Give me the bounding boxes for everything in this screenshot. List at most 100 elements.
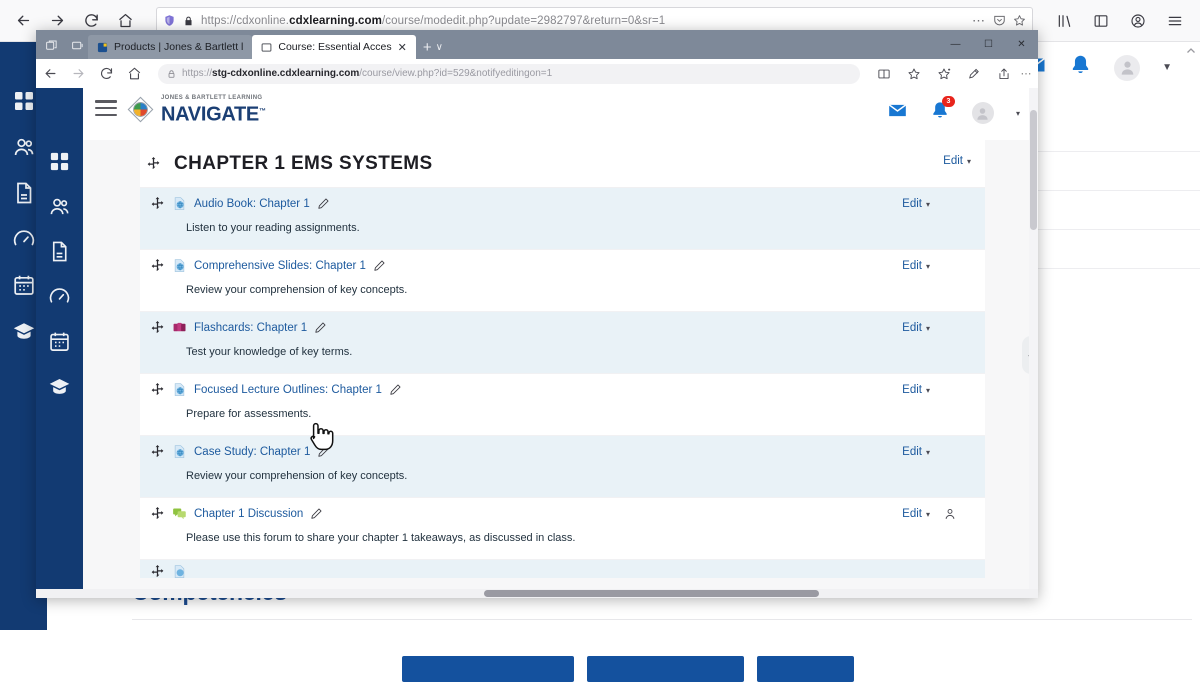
chevron-down-icon: ▾ (925, 447, 930, 457)
star-icon[interactable] (1013, 14, 1026, 27)
chevron-down-icon[interactable]: ▾ (1016, 109, 1020, 118)
chevron-down-icon[interactable]: ▼ (1162, 62, 1172, 73)
reload-button[interactable] (92, 62, 120, 86)
bell-icon[interactable] (1069, 53, 1092, 82)
menu-icon[interactable] (1160, 6, 1190, 36)
activity-edit-dropdown[interactable]: Edit ▾ (902, 260, 930, 272)
activity-edit-dropdown[interactable]: Edit ▾ (902, 508, 930, 520)
tab-collections-icon[interactable] (66, 34, 88, 56)
tab-list-chevron-down-icon[interactable]: ∨ (436, 42, 443, 53)
move-handle-icon[interactable] (150, 506, 165, 521)
browser-tab-1[interactable]: Products | Jones & Bartlett l (88, 35, 253, 59)
gauge-icon[interactable] (12, 227, 36, 251)
forward-button[interactable] (64, 62, 92, 86)
activity-edit-dropdown[interactable]: Edit ▾ (902, 384, 930, 396)
graduation-cap-icon[interactable] (48, 375, 71, 398)
ellipsis-icon[interactable]: ⋯ (972, 13, 986, 29)
avatar-icon[interactable] (971, 102, 994, 124)
library-icon[interactable] (1049, 6, 1079, 36)
bell-icon[interactable]: 3 (930, 96, 955, 126)
share-icon[interactable] (990, 62, 1018, 86)
pocket-icon[interactable] (993, 14, 1006, 27)
activity-item[interactable]: Case Study: Chapter 1 Review your compre… (140, 436, 985, 498)
favorites-icon[interactable] (930, 62, 958, 86)
move-handle-icon[interactable] (146, 156, 161, 171)
activity-item[interactable]: Chapter 1 Discussion Please use this for… (140, 498, 985, 560)
back-button[interactable] (36, 62, 64, 86)
edit-pencil-icon[interactable] (317, 445, 330, 458)
close-icon[interactable]: ✕ (398, 41, 407, 54)
activity-name[interactable]: Chapter 1 Discussion (194, 508, 303, 520)
activity-item[interactable]: Audio Book: Chapter 1 Listen to your rea… (140, 188, 985, 250)
chevron-down-icon: ▾ (925, 509, 930, 519)
collections-icon[interactable] (960, 62, 988, 86)
document-icon[interactable] (48, 240, 71, 263)
move-handle-icon[interactable] (150, 564, 165, 578)
inner-url-bar[interactable]: https://stg-cdxonline.cdxlearning.com/co… (158, 63, 860, 84)
activity-edit-dropdown[interactable]: Edit ▾ (902, 198, 930, 210)
inner-horizontal-scrollbar[interactable] (36, 589, 1038, 598)
move-handle-icon[interactable] (150, 196, 165, 211)
scroll-up-arrow[interactable] (1185, 44, 1197, 56)
minimize-button[interactable]: — (939, 34, 972, 55)
activity-item-partial[interactable] (140, 560, 985, 578)
dashboard-grid-icon[interactable] (48, 150, 71, 173)
hamburger-icon[interactable] (95, 100, 117, 116)
back-button[interactable] (8, 6, 38, 36)
more-icon[interactable]: ⋯ (1020, 62, 1032, 86)
lock-icon[interactable] (183, 15, 194, 27)
activity-description: Prepare for assessments. (186, 408, 312, 420)
activity-name[interactable]: Comprehensive Slides: Chapter 1 (194, 260, 366, 272)
shield-icon[interactable] (163, 14, 176, 27)
activity-edit-dropdown[interactable]: Edit ▾ (902, 322, 930, 334)
people-icon[interactable] (12, 135, 36, 159)
graduation-cap-icon[interactable] (12, 319, 36, 343)
edit-pencil-icon[interactable] (373, 259, 386, 272)
lms-vertical-scrollbar[interactable] (1029, 88, 1038, 598)
tab-preview-icon[interactable] (40, 34, 62, 56)
maximize-button[interactable]: ☐ (972, 34, 1005, 55)
groups-icon[interactable] (943, 507, 957, 521)
activity-name[interactable]: Audio Book: Chapter 1 (194, 198, 310, 210)
activity-name[interactable]: Case Study: Chapter 1 (194, 446, 310, 458)
gauge-icon[interactable] (48, 285, 71, 308)
primary-button-2[interactable] (587, 656, 744, 682)
move-handle-icon[interactable] (150, 382, 165, 397)
home-button[interactable] (120, 62, 148, 86)
activity-item[interactable]: Focused Lecture Outlines: Chapter 1 Prep… (140, 374, 985, 436)
move-handle-icon[interactable] (150, 444, 165, 459)
edit-pencil-icon[interactable] (317, 197, 330, 210)
scrollbar-thumb[interactable] (484, 590, 819, 597)
activity-edit-dropdown[interactable]: Edit ▾ (902, 446, 930, 458)
primary-button-3[interactable] (757, 656, 854, 682)
section-edit-dropdown[interactable]: Edit ▾ (943, 155, 971, 167)
dashboard-grid-icon[interactable] (12, 89, 36, 113)
activity-item[interactable]: Flashcards: Chapter 1 Test your knowledg… (140, 312, 985, 374)
edit-pencil-icon[interactable] (314, 321, 327, 334)
move-handle-icon[interactable] (150, 320, 165, 335)
mail-icon[interactable] (887, 100, 908, 126)
account-icon[interactable] (1123, 6, 1153, 36)
lms-sidebar-icon-list (36, 150, 83, 398)
activity-name[interactable]: Focused Lecture Outlines: Chapter 1 (194, 384, 382, 396)
primary-button-1[interactable] (402, 656, 574, 682)
people-icon[interactable] (48, 195, 71, 218)
document-icon[interactable] (12, 181, 36, 205)
activity-name[interactable]: Flashcards: Chapter 1 (194, 322, 307, 334)
move-handle-icon[interactable] (150, 258, 165, 273)
sidebar-icon[interactable] (1086, 6, 1116, 36)
bookmark-star-icon[interactable] (900, 62, 928, 86)
new-tab-button[interactable]: + (423, 39, 432, 56)
activity-edit-label: Edit (902, 384, 922, 396)
section-edit-label: Edit (943, 155, 963, 167)
reading-view-icon[interactable] (870, 62, 898, 86)
avatar-icon[interactable] (1114, 54, 1141, 81)
activity-item[interactable]: Comprehensive Slides: Chapter 1 Review y… (140, 250, 985, 312)
calendar-icon[interactable] (12, 273, 36, 297)
close-button[interactable]: ✕ (1005, 34, 1038, 55)
browser-tab-2[interactable]: Course: Essential Acces ✕ (252, 35, 416, 59)
edit-pencil-icon[interactable] (310, 507, 323, 520)
scrollbar-thumb[interactable] (1030, 110, 1037, 230)
calendar-icon[interactable] (48, 330, 71, 353)
edit-pencil-icon[interactable] (389, 383, 402, 396)
